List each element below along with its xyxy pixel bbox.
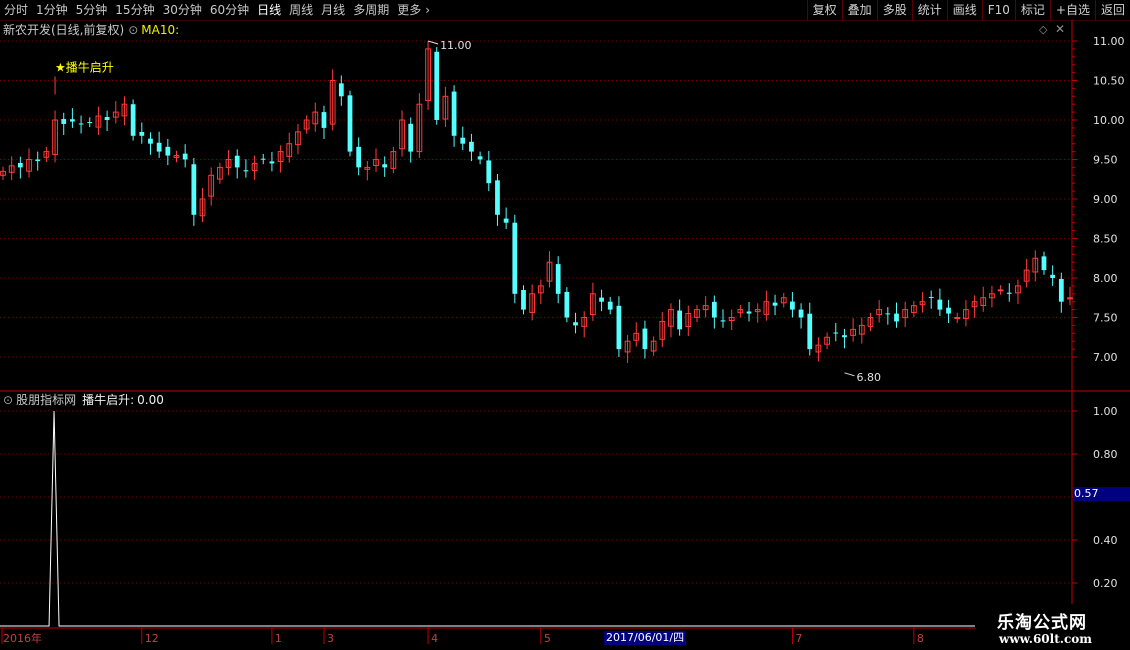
candle-body [746, 311, 752, 314]
cursor-value-tag: 0.57 [1073, 487, 1130, 501]
candle-body [191, 164, 197, 215]
candle-body [338, 83, 344, 97]
candle-body [243, 170, 249, 172]
candle-body [573, 322, 578, 326]
candle-body [842, 335, 847, 338]
kline-chart[interactable]: 11.0010.5010.009.509.008.508.007.507.001… [0, 0, 1130, 650]
x-tick-label: 1 [275, 632, 282, 645]
candle-body [469, 141, 474, 152]
candle-body [356, 146, 362, 168]
candle-body [382, 164, 388, 168]
candle-body [460, 137, 466, 144]
candle-body [833, 332, 839, 334]
candle-body [512, 222, 518, 294]
candle-body [477, 156, 483, 160]
price-tick-label: 9.50 [1093, 154, 1118, 167]
candle-body [347, 95, 353, 152]
candle-body [928, 296, 934, 298]
candle-body [78, 123, 84, 125]
candle-body [503, 218, 509, 223]
price-tick-label: 7.00 [1093, 351, 1118, 364]
extreme-leader [844, 372, 855, 377]
candle-body [321, 112, 327, 128]
cursor-date: 2017/06/01/四 [604, 631, 687, 645]
high-price-label: 11.00 [440, 39, 472, 52]
x-tick-label: 4 [431, 632, 438, 645]
indicator-tick-label: 0.80 [1093, 448, 1118, 461]
x-tick-label: 5 [544, 632, 551, 645]
candle-body [104, 116, 110, 120]
candle-body [486, 160, 492, 184]
candle-body [642, 328, 648, 350]
candle-body [61, 119, 67, 124]
candle-body [997, 289, 1004, 292]
price-tick-label: 9.00 [1093, 193, 1118, 206]
candle-body [148, 138, 153, 144]
indicator-tick-label: 0.20 [1093, 577, 1118, 590]
candle-body [772, 302, 778, 306]
price-tick-label: 8.50 [1093, 233, 1118, 246]
candle-body [616, 305, 622, 350]
candle-body [182, 153, 188, 160]
x-tick-label: 7 [795, 632, 802, 645]
candle-body [564, 291, 570, 318]
candle-body [269, 161, 275, 164]
candle-body [260, 158, 266, 160]
low-price-label: 6.80 [856, 371, 881, 384]
price-tick-label: 7.50 [1093, 312, 1118, 325]
x-tick-label: 8 [917, 632, 924, 645]
candle-body [130, 104, 136, 136]
x-start-label: 2016年 [3, 631, 42, 645]
price-tick-label: 10.50 [1093, 75, 1125, 88]
candle-body [87, 122, 93, 124]
candle-body [495, 180, 500, 215]
price-tick-label: 10.00 [1093, 114, 1125, 127]
candle-body [1058, 278, 1064, 302]
candle-body [434, 51, 440, 120]
candle-body [521, 290, 526, 310]
candle-body [1041, 256, 1047, 271]
candle-body [711, 301, 717, 318]
candle-body [599, 297, 604, 302]
signal-annotation: ★播牛启升 [55, 59, 114, 74]
candle-body [555, 264, 561, 294]
watermark-title: 乐淘公式网 [997, 613, 1087, 633]
indicator-tick-label: 0.40 [1093, 534, 1118, 547]
candle-body [1006, 292, 1012, 294]
candle-body [607, 301, 613, 310]
indicator-series-line [0, 410, 975, 627]
price-tick-label: 11.00 [1093, 35, 1125, 48]
indicator-tick-label: 1.00 [1093, 405, 1118, 418]
watermark-url: www.60lt.com [999, 632, 1092, 646]
x-tick-label: 12 [145, 632, 159, 645]
candle-body [790, 301, 795, 310]
candle-body [954, 317, 961, 319]
candle-body [234, 155, 240, 168]
candle-body [156, 142, 162, 152]
candle-body [70, 119, 75, 122]
candle-body [35, 159, 41, 162]
candle-body [139, 132, 145, 136]
watermark-logo: 乐淘公式网 www.60lt.com [975, 604, 1130, 650]
price-tick-label: 8.00 [1093, 272, 1118, 285]
candle-body [165, 146, 171, 156]
candle-body [894, 313, 899, 322]
x-tick-label: 3 [327, 632, 334, 645]
candle-body [937, 299, 943, 310]
candle-body [946, 307, 951, 314]
candle-body [1050, 274, 1056, 278]
candle-body [408, 123, 414, 152]
candle-body [677, 310, 683, 330]
candle-body [451, 91, 457, 136]
candle-body [807, 313, 813, 350]
candle-body [885, 313, 891, 315]
candle-body [17, 162, 23, 168]
candle-body [720, 320, 726, 322]
candle-body [798, 309, 804, 318]
